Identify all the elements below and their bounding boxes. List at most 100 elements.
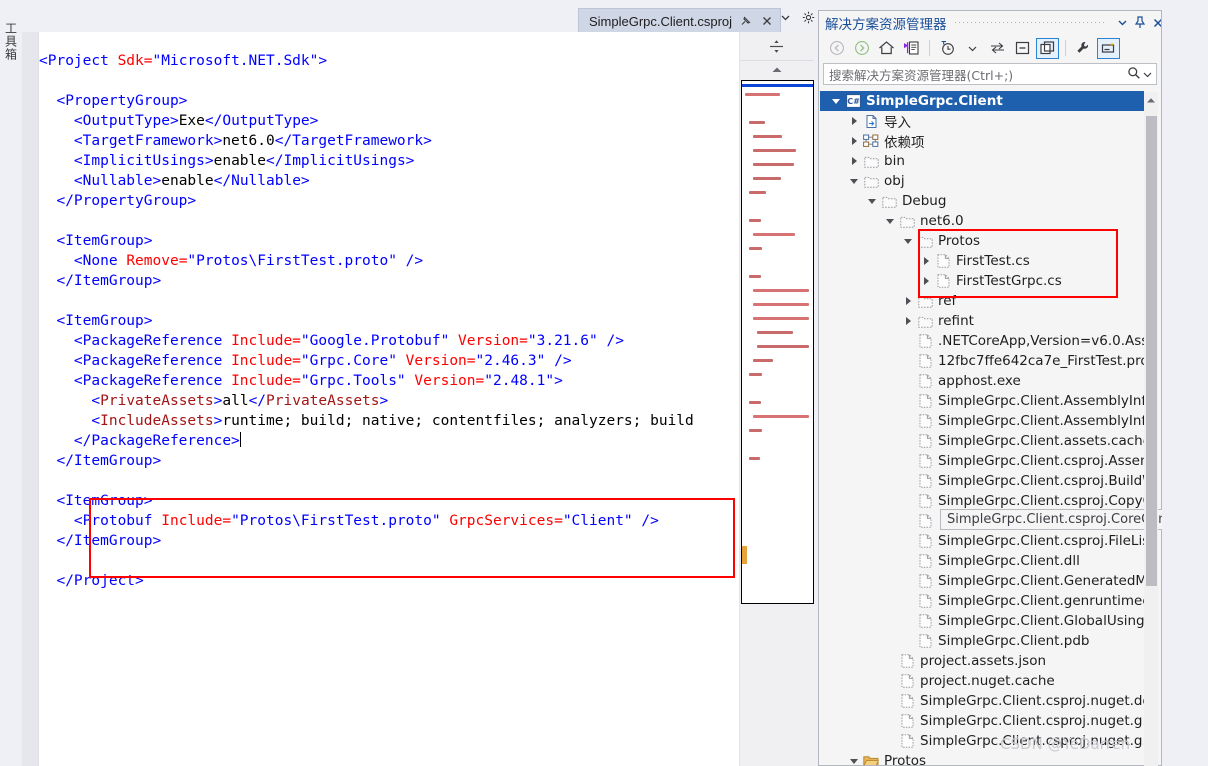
tree-row[interactable]: SimpleGrpc.Client.csproj.nuget.g.props <box>820 711 1144 731</box>
scroll-up-arrow-icon[interactable] <box>1144 92 1158 108</box>
tree-twisty-open-icon[interactable] <box>828 93 844 109</box>
tree-row[interactable]: Debug <box>820 191 1144 211</box>
tree-row-label: 依赖项 <box>884 135 925 151</box>
tree-row[interactable]: refint <box>820 311 1144 331</box>
solution-explorer-panel: 解决方案资源管理器 搜索解决方案资源管理器(Ctrl+;) C# SimpleG… <box>818 10 1162 766</box>
code-line: <PrivateAssets>all</PrivateAssets> <box>91 392 389 409</box>
pin-icon[interactable] <box>1131 14 1149 32</box>
toolbox-tab[interactable]: 工具箱 <box>0 6 22 76</box>
filter-dropdown-icon[interactable] <box>961 38 984 59</box>
dropdown-icon[interactable] <box>1113 14 1131 32</box>
tree-row[interactable]: SimpleGrpc.Client.csproj.FileListAb <box>820 531 1144 551</box>
tree-row[interactable]: 12fbc7ffe642ca7e_FirstTest.protod <box>820 351 1144 371</box>
scrollbar-thumb[interactable] <box>1146 116 1157 586</box>
tree-row[interactable]: FirstTestGrpc.cs <box>820 271 1144 291</box>
tree-twisty-closed-icon[interactable] <box>900 313 916 329</box>
tree-row[interactable]: 依赖项 <box>820 131 1144 151</box>
tree-row[interactable]: SimpleGrpc.Client.AssemblyInfo.cs <box>820 391 1144 411</box>
tree-row[interactable]: SimpleGrpc.Client.csproj.CopyCom <box>820 491 1144 511</box>
search-input[interactable]: 搜索解决方案资源管理器(Ctrl+;) <box>823 63 1157 85</box>
tree-twisty-closed-icon[interactable] <box>846 153 862 169</box>
tree-row[interactable]: Protos <box>820 231 1144 251</box>
tree-row[interactable]: bin <box>820 151 1144 171</box>
tree-row[interactable]: ref <box>820 291 1144 311</box>
sync-with-active-document-icon[interactable] <box>900 38 923 59</box>
close-icon[interactable] <box>760 14 774 28</box>
tree-row-label: SimpleGrpc.Client.genruntimeconfi <box>938 593 1144 609</box>
solution-explorer-titlebar: 解决方案资源管理器 <box>819 11 1161 34</box>
tree-row[interactable]: project.assets.json <box>820 651 1144 671</box>
tree-twisty-open-icon[interactable] <box>846 173 862 189</box>
code-line: <IncludeAssets>runtime; build; native; c… <box>91 412 694 429</box>
chevron-down-icon[interactable] <box>778 10 792 24</box>
tree-twisty-open-icon[interactable] <box>846 753 862 765</box>
show-all-files-icon[interactable] <box>1036 37 1059 59</box>
tree-row-label: ref <box>938 293 957 309</box>
tree-row[interactable]: SimpleGrpc.Client.csproj.Assembly <box>820 451 1144 471</box>
minimap-line <box>753 135 783 138</box>
solution-explorer-toolbar <box>819 35 1161 61</box>
tree-row[interactable]: FirstTest.cs <box>820 251 1144 271</box>
properties-icon[interactable] <box>1072 38 1095 59</box>
tree-twisty-closed-icon[interactable] <box>900 293 916 309</box>
file-icon <box>916 433 934 449</box>
tree-twisty-closed-icon[interactable] <box>918 253 934 269</box>
gear-icon[interactable] <box>801 10 815 24</box>
tree-row[interactable]: SimpleGrpc.Client.csproj.BuildWith <box>820 471 1144 491</box>
solution-explorer-scrollbar[interactable] <box>1144 92 1158 766</box>
tree-row[interactable]: SimpleGrpc.Client.assets.cache <box>820 431 1144 451</box>
back-icon[interactable] <box>825 38 848 59</box>
tree-row-label: bin <box>884 153 905 169</box>
tree-row[interactable]: SimpleGrpc.Client.genruntimeconfi <box>820 591 1144 611</box>
tree-twisty-open-icon[interactable] <box>882 213 898 229</box>
solution-explorer-title: 解决方案资源管理器 <box>825 16 947 33</box>
minimap-viewport-marker[interactable] <box>742 546 747 564</box>
forward-icon[interactable] <box>850 38 873 59</box>
pin-icon[interactable] <box>739 14 753 28</box>
code-line: <PropertyGroup> <box>56 92 188 109</box>
tree-row[interactable]: obj <box>820 171 1144 191</box>
tree-row[interactable]: apphost.exe <box>820 371 1144 391</box>
collapse-all-icon[interactable] <box>1011 38 1034 59</box>
tree-row[interactable]: net6.0 <box>820 211 1144 231</box>
tree-row[interactable]: SimpleGrpc.Client.GlobalUsings.g.c <box>820 611 1144 631</box>
code-editor-surface[interactable]: <Project Sdk="Microsoft.NET.Sdk"> <Prope… <box>39 32 739 766</box>
tree-row-label: project.nuget.cache <box>920 673 1055 689</box>
tree-twisty-closed-icon[interactable] <box>846 133 862 149</box>
document-tab-simplegrpc-client-csproj[interactable]: SimpleGrpc.Client.csproj <box>578 8 782 33</box>
refresh-icon[interactable] <box>986 38 1009 59</box>
tree-twisty-closed-icon[interactable] <box>846 113 862 129</box>
minimap-line <box>749 401 761 404</box>
code-minimap[interactable] <box>741 80 814 604</box>
tree-row[interactable]: Protos <box>820 751 1144 765</box>
tree-row[interactable]: SimpleGrpc.Client.AssemblyInfoInp <box>820 411 1144 431</box>
tree-row-label: SimpleGrpc.Client.AssemblyInfo.cs <box>938 393 1144 409</box>
pending-changes-filter-icon[interactable] <box>936 38 959 59</box>
search-icon[interactable] <box>1127 66 1141 83</box>
tree-row[interactable]: project.nuget.cache <box>820 671 1144 691</box>
tree-twisty-open-icon[interactable] <box>900 233 916 249</box>
minimap-line <box>749 191 766 194</box>
tree-row[interactable]: SimpleGrpc.Client.dll <box>820 551 1144 571</box>
preview-selected-items-icon[interactable] <box>1097 37 1120 59</box>
tree-row[interactable]: .NETCoreApp,Version=v6.0.Assem <box>820 331 1144 351</box>
split-window-icon[interactable] <box>740 32 813 61</box>
tree-twisty-open-icon[interactable] <box>864 193 880 209</box>
file-icon <box>898 713 916 729</box>
home-icon[interactable] <box>875 38 898 59</box>
chevron-down-icon[interactable] <box>1143 67 1152 82</box>
tree-row[interactable]: SimpleGrpc.Client.csproj.nuget.dgspec.js <box>820 691 1144 711</box>
solution-explorer-tree[interactable]: C# SimpleGrpc.Client 导入依赖项 bin obj Debug net6.… <box>820 91 1144 765</box>
tree-row[interactable]: SimpleGrpc.Client.GeneratedMSBu <box>820 571 1144 591</box>
minimap-line <box>749 373 762 376</box>
close-icon[interactable] <box>1149 14 1161 32</box>
tree-row[interactable]: SimpleGrpc.Client.pdb <box>820 631 1144 651</box>
code-line: </PackageReference> <box>73 431 241 449</box>
tree-twisty-closed-icon[interactable] <box>918 273 934 289</box>
tree-row[interactable]: 导入 <box>820 111 1144 131</box>
tree-row-selected[interactable]: C# SimpleGrpc.Client <box>820 91 1144 111</box>
scroll-up-arrow-icon[interactable] <box>740 61 813 79</box>
